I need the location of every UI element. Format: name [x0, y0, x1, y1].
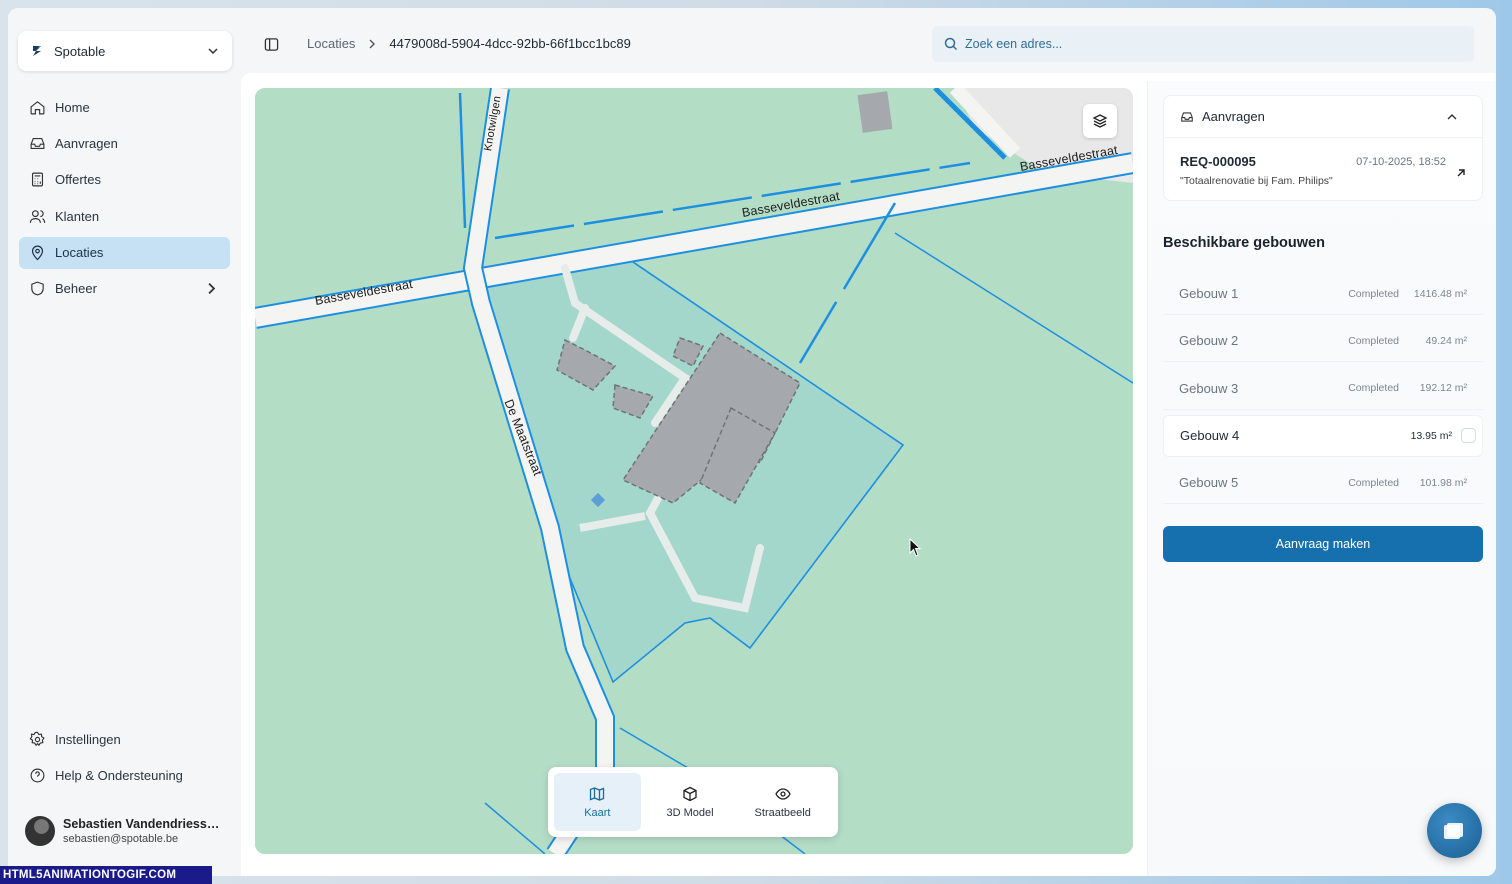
- tab-3d-model[interactable]: 3D Model: [647, 773, 734, 831]
- search-input[interactable]: [965, 37, 1445, 51]
- building-row[interactable]: Gebouw 3 Completed 192.12 m²: [1163, 368, 1483, 410]
- map-canvas[interactable]: [255, 88, 1133, 854]
- building-row[interactable]: Gebouw 1 Completed 1416.48 m²: [1163, 273, 1483, 315]
- map-view-toolbar: Kaart 3D Model Straatbeeld: [548, 767, 838, 837]
- sidebar-item-instellingen[interactable]: Instellingen: [19, 723, 230, 755]
- tab-label: Straatbeeld: [754, 806, 811, 819]
- sidebar-item-help[interactable]: Help & Ondersteuning: [19, 759, 230, 791]
- spotable-logo-icon: [30, 44, 44, 58]
- layers-button[interactable]: [1083, 104, 1117, 138]
- sidebar-item-label: Klanten: [55, 208, 100, 224]
- building-area: 13.95 m²: [1410, 429, 1452, 442]
- request-item[interactable]: REQ-000095 07-10-2025, 18:52 "Totaalreno…: [1180, 154, 1470, 187]
- gear-icon: [29, 731, 45, 746]
- sidebar-item-label: Offertes: [55, 172, 102, 188]
- chevron-right-icon: [203, 280, 220, 297]
- sidebar-toggle-icon[interactable]: [264, 37, 280, 53]
- building-row-selected[interactable]: Gebouw 4 13.95 m²: [1163, 414, 1483, 457]
- user-profile[interactable]: Sebastien Vandendriessche sebastien@spot…: [25, 816, 221, 846]
- bottom-nav: Instellingen Help & Ondersteuning: [19, 723, 230, 796]
- calculator-icon: [31, 172, 44, 187]
- building-status: Completed: [1348, 287, 1399, 300]
- breadcrumb-current: 4479008d-5904-4dcc-92bb-66f1bcc1bc89: [389, 36, 631, 51]
- eye-icon: [774, 787, 791, 800]
- sidebar-item-label: Help & Ondersteuning: [55, 767, 183, 783]
- requests-card: Aanvragen REQ-000095 07-10-2025, 18:52 "…: [1163, 95, 1483, 201]
- building-name: Gebouw 2: [1179, 333, 1239, 349]
- address-search[interactable]: [932, 26, 1474, 62]
- sidebar-item-label: Locaties: [55, 245, 104, 261]
- sidebar-item-label: Beheer: [55, 281, 97, 297]
- avatar: [25, 816, 55, 846]
- requests-card-header[interactable]: Aanvragen: [1164, 96, 1482, 138]
- building-row[interactable]: Gebouw 5 Completed 101.98 m²: [1163, 462, 1483, 505]
- main-nav: Home Aanvragen Offertes Klanten Locaties…: [19, 91, 230, 309]
- shield-icon: [31, 281, 44, 296]
- chat-icon: [1443, 822, 1463, 839]
- sidebar-item-offertes[interactable]: Offertes: [19, 164, 230, 196]
- building-area: 1416.48 m²: [1413, 287, 1467, 300]
- building-name: Gebouw 5: [1179, 475, 1239, 491]
- building-status: Completed: [1348, 334, 1399, 347]
- breadcrumb: Locaties 4479008d-5904-4dcc-92bb-66f1bcc…: [307, 36, 631, 51]
- sidebar-item-aanvragen[interactable]: Aanvragen: [19, 127, 230, 159]
- layers-icon: [1092, 114, 1108, 128]
- sidebar-item-label: Home: [55, 99, 90, 115]
- sidebar-item-beheer[interactable]: Beheer: [19, 273, 230, 305]
- sidebar-item-klanten[interactable]: Klanten: [19, 200, 230, 232]
- requests-card-title: Aanvragen: [1202, 109, 1265, 124]
- org-name: Spotable: [54, 43, 106, 59]
- search-icon: [944, 37, 958, 51]
- inbox-icon: [1181, 111, 1193, 122]
- map-view[interactable]: Basseveldestraat Basseveldestraat Bassev…: [255, 88, 1133, 854]
- map-pin-icon: [31, 245, 44, 261]
- chevron-up-icon: [1446, 111, 1466, 123]
- tab-label: 3D Model: [666, 806, 714, 819]
- create-request-button[interactable]: Aanvraag maken: [1163, 526, 1483, 562]
- help-circle-icon: [30, 768, 45, 783]
- app-window: Spotable Home Aanvragen Offertes Klanten: [8, 8, 1496, 876]
- request-date: 07-10-2025, 18:52: [1356, 156, 1446, 168]
- map-building-neighbor: [857, 91, 893, 133]
- tab-label: Kaart: [584, 806, 611, 819]
- sidebar-item-locaties[interactable]: Locaties: [19, 236, 230, 269]
- mouse-cursor-icon: [909, 538, 922, 557]
- buildings-list: Gebouw 1 Completed 1416.48 m² Gebouw 2 C…: [1163, 273, 1483, 509]
- sidebar-item-label: Instellingen: [55, 731, 121, 747]
- arrow-up-right-icon[interactable]: [1456, 168, 1466, 178]
- sidebar-item-home[interactable]: Home: [19, 91, 230, 123]
- users-icon: [29, 209, 46, 223]
- map-icon: [590, 786, 605, 801]
- org-switcher[interactable]: Spotable: [18, 31, 232, 71]
- inbox-icon: [30, 137, 45, 149]
- tab-kaart[interactable]: Kaart: [554, 773, 641, 831]
- chevron-right-icon: [366, 38, 378, 50]
- buildings-title: Beschikbare gebouwen: [1163, 235, 1325, 251]
- building-name: Gebouw 3: [1179, 380, 1239, 396]
- chat-widget-button[interactable]: [1427, 803, 1482, 858]
- sidebar-item-label: Aanvragen: [55, 135, 118, 151]
- breadcrumb-locaties-link[interactable]: Locaties: [307, 36, 355, 51]
- building-checkbox[interactable]: [1461, 428, 1476, 444]
- building-name: Gebouw 4: [1180, 428, 1240, 444]
- building-row[interactable]: Gebouw 2 Completed 49.24 m²: [1163, 320, 1483, 363]
- building-name: Gebouw 1: [1179, 286, 1239, 301]
- watermark: HTML5ANIMATIONTOGIF.COM: [0, 866, 212, 884]
- building-area: 101.98 m²: [1419, 476, 1467, 489]
- user-email: sebastien@spotable.be: [63, 833, 179, 845]
- request-description: "Totaalrenovatie bij Fam. Philips": [1180, 175, 1333, 187]
- sidebar: Spotable Home Aanvragen Offertes Klanten: [8, 8, 240, 876]
- building-status: Completed: [1348, 476, 1399, 489]
- chevron-down-icon: [206, 44, 220, 58]
- cube-icon: [683, 786, 697, 801]
- building-area: 192.12 m²: [1419, 382, 1467, 395]
- home-icon: [30, 100, 45, 114]
- user-name: Sebastien Vandendriessche: [63, 817, 221, 831]
- building-area: 49.24 m²: [1425, 334, 1467, 347]
- right-panel: Aanvragen REQ-000095 07-10-2025, 18:52 "…: [1147, 81, 1496, 876]
- tab-straatbeeld[interactable]: Straatbeeld: [739, 773, 826, 831]
- building-status: Completed: [1348, 382, 1399, 395]
